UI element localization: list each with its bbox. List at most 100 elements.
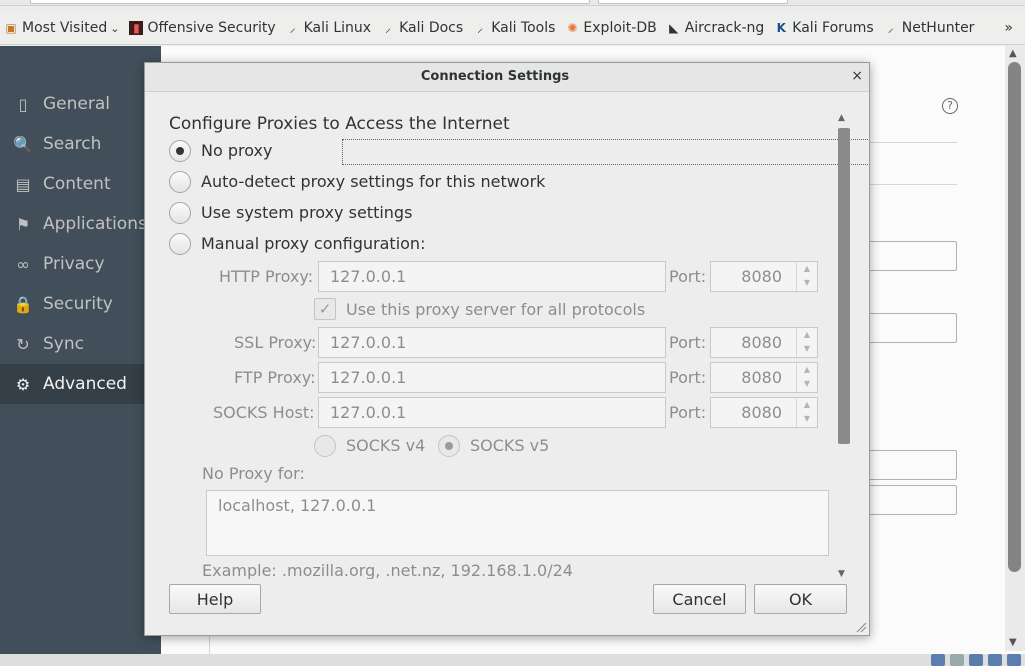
no-proxy-label[interactable]: No proxy	[201, 141, 272, 160]
sidebar-item-content[interactable]: ▤ Content	[0, 164, 161, 204]
tray-icon[interactable]	[931, 654, 945, 666]
socks-v4-label[interactable]: SOCKS v4	[346, 436, 425, 455]
http-port-stepper[interactable]: 8080 ▲ ▼	[710, 261, 818, 292]
bookmark-kali-linux[interactable]: ⸝ Kali Linux	[282, 15, 375, 41]
privacy-icon: ∞	[16, 254, 30, 274]
bookmarks-toolbar: ▣ Most Visited ⌄ ▮ Offensive Security ⸝ …	[0, 12, 1025, 45]
sidebar-item-label: Search	[43, 134, 102, 154]
bookmark-label: Kali Linux	[303, 20, 372, 36]
chevron-down-icon[interactable]: ▼	[797, 377, 817, 391]
bookmarks-overflow-button[interactable]: »	[1004, 20, 1013, 36]
bookmark-nethunter[interactable]: ⸝ NetHunter	[880, 15, 979, 41]
chevron-up-icon[interactable]: ▲	[797, 262, 817, 276]
http-proxy-label: HTTP Proxy:	[219, 267, 314, 286]
ssl-port-label: Port:	[669, 333, 707, 352]
system-proxy-label[interactable]: Use system proxy settings	[201, 203, 412, 222]
bookmark-label: Exploit-DB	[583, 20, 657, 36]
scroll-up-icon[interactable]: ▲	[1009, 48, 1017, 59]
exploitdb-icon: ✺	[567, 21, 578, 35]
help-icon[interactable]: ?	[942, 98, 958, 114]
system-proxy-radio[interactable]	[169, 202, 191, 224]
sidebar-item-general[interactable]: ▯ General	[0, 84, 161, 124]
scroll-down-icon[interactable]: ▼	[1009, 637, 1017, 648]
forums-icon: K	[776, 21, 786, 35]
ssl-port-stepper[interactable]: 8080 ▲ ▼	[710, 327, 818, 358]
tray-icon[interactable]	[950, 654, 964, 666]
chevron-down-icon[interactable]: ▼	[797, 412, 817, 426]
tray-icon[interactable]	[1007, 654, 1021, 666]
auto-detect-radio[interactable]	[169, 171, 191, 193]
chevron-up-icon[interactable]: ▲	[797, 363, 817, 377]
chevron-down-icon[interactable]: ▼	[797, 276, 817, 290]
sidebar-item-sync[interactable]: ↻ Sync	[0, 324, 161, 364]
manual-proxy-label[interactable]: Manual proxy configuration:	[201, 234, 425, 253]
dialog-scrollbar[interactable]: ▲ ▼	[838, 113, 852, 581]
ok-button[interactable]: OK	[754, 584, 847, 614]
advanced-icon: ⚙	[15, 374, 31, 394]
port-value: 8080	[741, 267, 782, 286]
http-proxy-input[interactable]: 127.0.0.1	[318, 261, 666, 292]
ftp-port-stepper[interactable]: 8080 ▲ ▼	[710, 362, 818, 393]
tray-icon[interactable]	[988, 654, 1002, 666]
ssl-proxy-label: SSL Proxy:	[234, 333, 317, 352]
chevron-down-icon[interactable]: ▼	[797, 342, 817, 356]
sidebar-item-advanced[interactable]: ⚙ Advanced	[0, 364, 161, 404]
kali-icon: ⸝	[385, 21, 392, 35]
aircrack-icon: ◣	[669, 21, 679, 35]
ssl-proxy-input[interactable]: 127.0.0.1	[318, 327, 666, 358]
bookmark-aircrack-ng[interactable]: ◣ Aircrack-ng	[663, 15, 769, 41]
chevron-up-icon[interactable]: ▲	[797, 328, 817, 342]
focus-ring	[342, 139, 869, 165]
chevron-up-icon[interactable]: ▲	[797, 398, 817, 412]
socks-v5-label[interactable]: SOCKS v5	[470, 436, 549, 455]
connection-settings-dialog: Connection Settings × Configure Proxies …	[144, 62, 870, 636]
scrollbar-thumb[interactable]	[838, 128, 850, 444]
port-value: 8080	[741, 368, 782, 387]
tray-icon[interactable]	[969, 654, 983, 666]
bookmark-most-visited[interactable]: ▣ Most Visited ⌄	[0, 15, 123, 41]
help-button[interactable]: Help	[169, 584, 261, 614]
folder-icon: ▣	[5, 21, 17, 35]
bookmark-offensive-security[interactable]: ▮ Offensive Security	[125, 15, 279, 41]
socks-port-stepper[interactable]: 8080 ▲ ▼	[710, 397, 818, 428]
socks-v4-radio[interactable]	[314, 435, 336, 457]
auto-detect-label[interactable]: Auto-detect proxy settings for this netw…	[201, 172, 545, 191]
ftp-proxy-input[interactable]: 127.0.0.1	[318, 362, 666, 393]
sidebar-item-applications[interactable]: ⚑ Applications	[0, 204, 161, 244]
sidebar-item-label: Content	[43, 174, 111, 194]
search-icon: 🔍	[13, 134, 33, 154]
sidebar-item-search[interactable]: 🔍 Search	[0, 124, 161, 164]
use-for-all-checkbox[interactable]: ✓	[314, 298, 336, 320]
socks-host-input[interactable]: 127.0.0.1	[318, 397, 666, 428]
navigation-toolbar	[0, 0, 1025, 6]
chevron-down-icon: ⌄	[110, 21, 120, 35]
search-bar[interactable]	[598, 0, 788, 4]
scrollbar-thumb[interactable]	[1008, 62, 1021, 572]
socks-v5-radio[interactable]	[438, 435, 460, 457]
bookmark-kali-forums[interactable]: K Kali Forums	[770, 15, 877, 41]
sidebar-item-label: Advanced	[43, 374, 127, 394]
bookmark-kali-docs[interactable]: ⸝ Kali Docs	[377, 15, 467, 41]
no-proxy-for-textarea[interactable]: localhost, 127.0.0.1	[206, 490, 829, 556]
use-for-all-label[interactable]: Use this proxy server for all protocols	[346, 300, 645, 319]
bookmark-label: NetHunter	[901, 20, 975, 36]
page-scrollbar[interactable]: ▲ ▼	[1005, 46, 1025, 651]
manual-proxy-radio[interactable]	[169, 233, 191, 255]
resize-grip-icon[interactable]	[855, 621, 867, 633]
no-proxy-radio[interactable]	[169, 140, 191, 162]
bookmark-label: Kali Tools	[491, 20, 556, 36]
scroll-down-icon[interactable]: ▼	[838, 569, 845, 579]
url-bar[interactable]	[30, 0, 590, 4]
sidebar-item-security[interactable]: 🔒 Security	[0, 284, 161, 324]
bookmark-exploit-db[interactable]: ✺ Exploit-DB	[561, 15, 660, 41]
cancel-button[interactable]: Cancel	[653, 584, 746, 614]
dialog-titlebar[interactable]: Connection Settings ×	[145, 63, 869, 92]
bookmark-kali-tools[interactable]: ⸝ Kali Tools	[469, 15, 559, 41]
kali-icon: ⸝	[887, 21, 894, 35]
close-icon[interactable]: ×	[851, 68, 863, 84]
port-value: 8080	[741, 333, 782, 352]
socks-host-label: SOCKS Host:	[213, 403, 315, 422]
scroll-up-icon[interactable]: ▲	[838, 113, 845, 123]
sidebar-item-label: Sync	[43, 334, 84, 354]
sidebar-item-privacy[interactable]: ∞ Privacy	[0, 244, 161, 284]
